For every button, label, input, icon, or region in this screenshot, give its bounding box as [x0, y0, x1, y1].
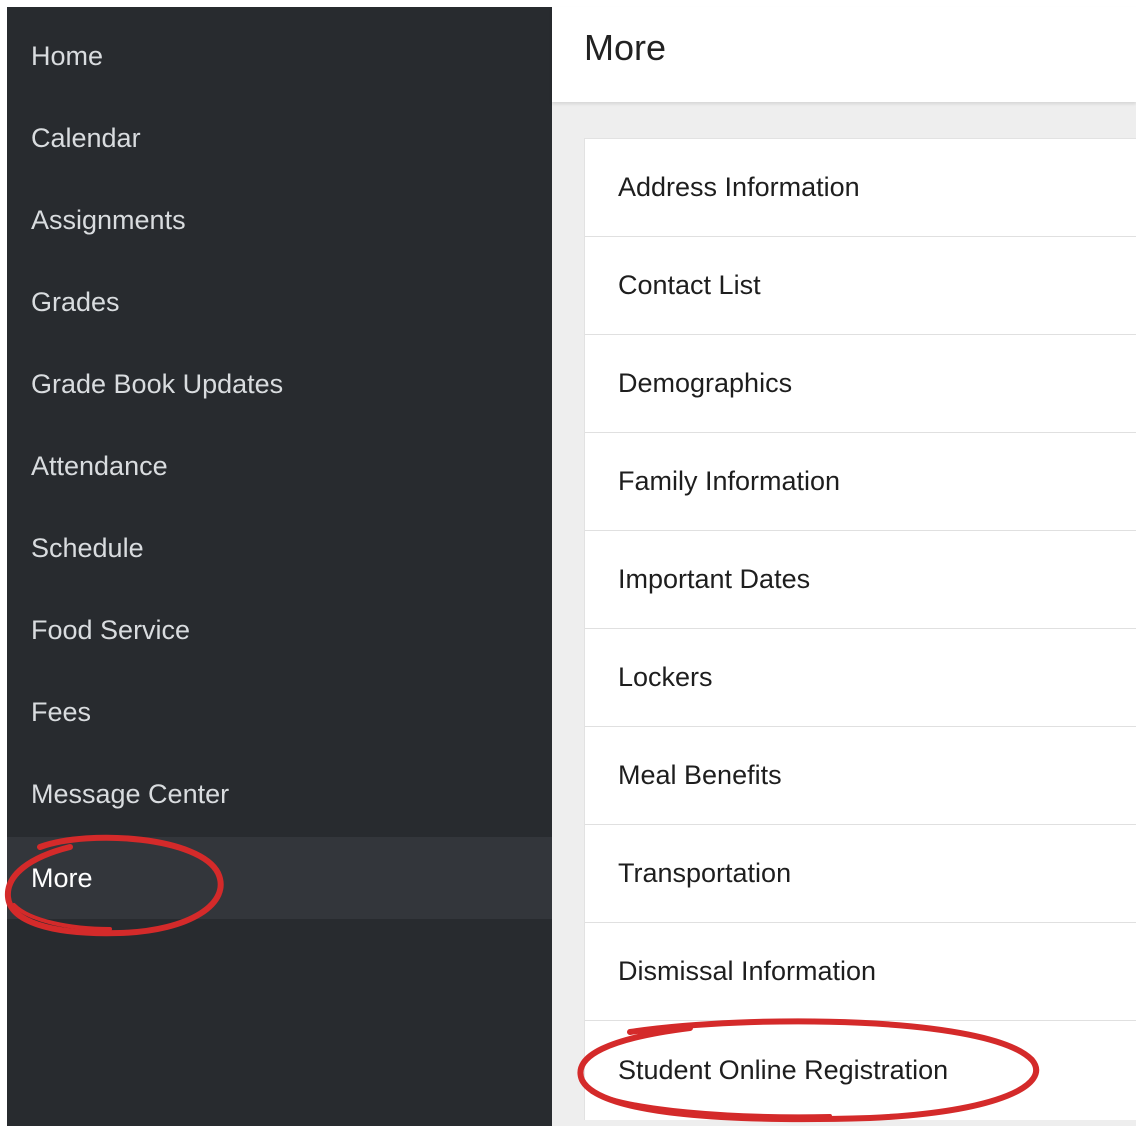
- sidebar-item-label: Message Center: [31, 778, 230, 809]
- sidebar-item-label: Attendance: [31, 450, 168, 481]
- page-header: More: [552, 7, 1136, 102]
- list-item-label: Family Information: [618, 466, 841, 496]
- page-title: More: [584, 27, 667, 68]
- list-item-label: Transportation: [618, 858, 792, 888]
- main-content: More Address Information Contact List De…: [552, 7, 1136, 1126]
- sidebar-item-label: Fees: [31, 696, 92, 727]
- list-item-transportation[interactable]: Transportation: [585, 825, 1136, 923]
- sidebar-item-assignments[interactable]: Assignments: [7, 179, 552, 261]
- app-window: Home Calendar Assignments Grades Grade B…: [0, 0, 1136, 1126]
- sidebar-item-label: Food Service: [31, 614, 191, 645]
- sidebar-item-grade-book-updates[interactable]: Grade Book Updates: [7, 343, 552, 425]
- list-item-contact-list[interactable]: Contact List: [585, 237, 1136, 335]
- sidebar-item-message-center[interactable]: Message Center: [7, 753, 552, 835]
- sidebar-item-attendance[interactable]: Attendance: [7, 425, 552, 507]
- sidebar-item-grades[interactable]: Grades: [7, 261, 552, 343]
- sidebar-nav: Home Calendar Assignments Grades Grade B…: [7, 7, 552, 1126]
- sidebar-item-label: Home: [31, 40, 104, 71]
- list-item-dismissal-information[interactable]: Dismissal Information: [585, 923, 1136, 1021]
- more-list-card: Address Information Contact List Demogra…: [584, 138, 1136, 1120]
- sidebar-item-label: Calendar: [31, 122, 141, 153]
- list-item-student-online-registration[interactable]: Student Online Registration: [585, 1021, 1136, 1119]
- sidebar-item-label: Schedule: [31, 532, 144, 563]
- list-item-label: Student Online Registration: [618, 1054, 949, 1085]
- list-item-label: Dismissal Information: [618, 956, 877, 986]
- list-item-address-information[interactable]: Address Information: [585, 139, 1136, 237]
- sidebar-item-more[interactable]: More: [7, 837, 552, 919]
- list-item-label: Lockers: [618, 662, 713, 692]
- sidebar-item-home[interactable]: Home: [7, 15, 552, 97]
- list-item-lockers[interactable]: Lockers: [585, 629, 1136, 727]
- list-item-label: Address Information: [618, 172, 860, 202]
- list-item-demographics[interactable]: Demographics: [585, 335, 1136, 433]
- list-item-meal-benefits[interactable]: Meal Benefits: [585, 727, 1136, 825]
- sidebar-item-fees[interactable]: Fees: [7, 671, 552, 753]
- sidebar-item-label: Assignments: [31, 204, 186, 235]
- list-item-important-dates[interactable]: Important Dates: [585, 531, 1136, 629]
- sidebar-item-schedule[interactable]: Schedule: [7, 507, 552, 589]
- list-item-family-information[interactable]: Family Information: [585, 433, 1136, 531]
- sidebar-item-calendar[interactable]: Calendar: [7, 97, 552, 179]
- list-item-label: Meal Benefits: [618, 760, 782, 790]
- sidebar-item-label: More: [31, 862, 93, 893]
- list-item-label: Important Dates: [618, 564, 811, 594]
- sidebar-item-food-service[interactable]: Food Service: [7, 589, 552, 671]
- sidebar-item-label: Grade Book Updates: [31, 368, 284, 399]
- list-item-label: Demographics: [618, 368, 793, 398]
- sidebar-item-label: Grades: [31, 286, 120, 317]
- list-item-label: Contact List: [618, 270, 761, 300]
